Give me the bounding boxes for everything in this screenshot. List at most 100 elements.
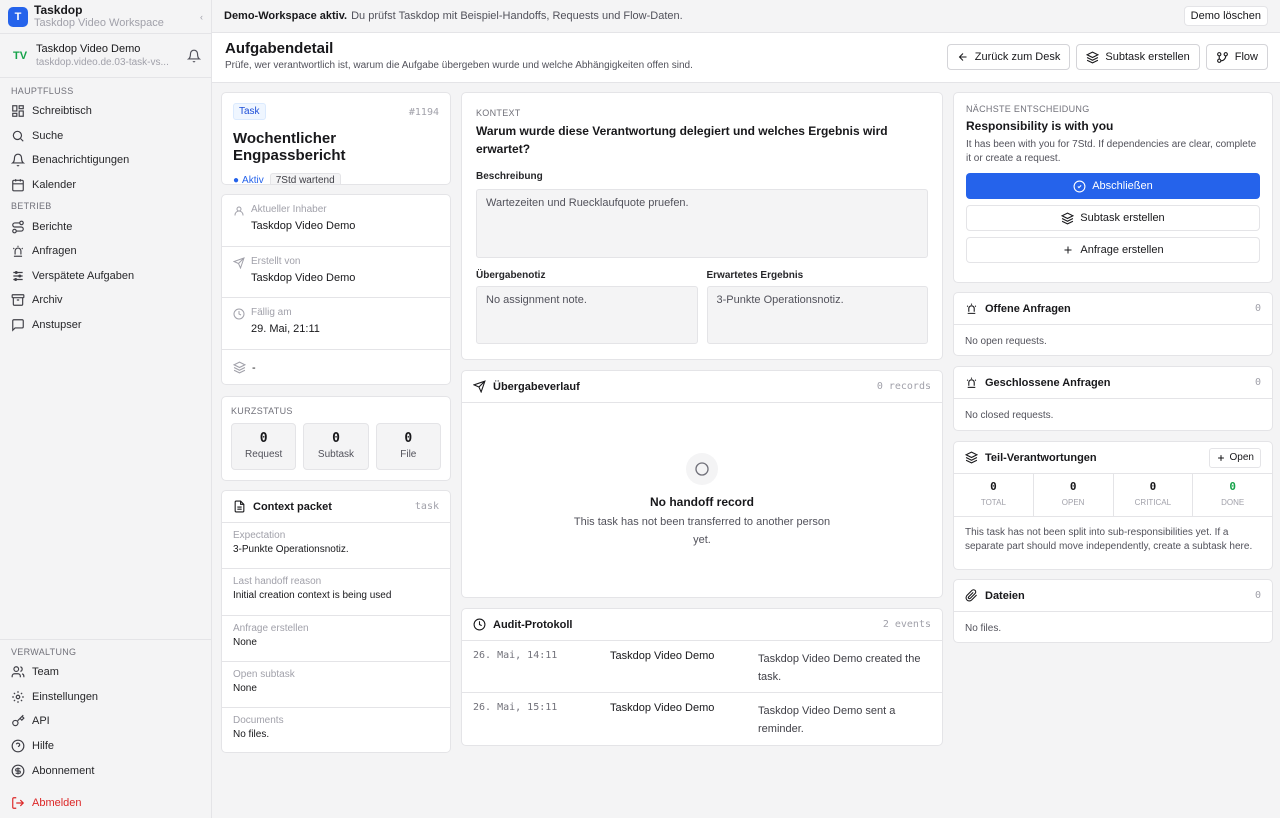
audit-actor: Taskdop Video Demo — [610, 650, 715, 662]
sidebar-item-label: Berichte — [32, 220, 73, 233]
stat-label: CRITICAL — [1134, 498, 1172, 507]
context-packet-tag: task — [414, 501, 439, 512]
audit-text: Taskdop Video Demo created the task. — [758, 653, 921, 683]
sidebar-item-kalender[interactable]: Kalender — [0, 173, 212, 198]
context-card: KONTEXT Warum wurde diese Verantwortung … — [461, 92, 943, 360]
sidebar-item-label: Kalender — [32, 179, 77, 192]
stat-value: 0 — [1069, 480, 1077, 493]
delete-demo-button[interactable]: Demo löschen — [1183, 6, 1268, 26]
sidebar-item-team[interactable]: Team — [0, 660, 212, 685]
sidebar-item-archiv[interactable]: Archiv — [0, 288, 212, 313]
flow-button[interactable]: Flow — [1205, 44, 1268, 70]
cp-value: None — [233, 636, 257, 648]
chevron-left-icon[interactable]: ‹ — [200, 12, 203, 22]
siren-icon — [12, 246, 24, 258]
bell-icon[interactable] — [187, 49, 201, 63]
stat-request[interactable]: 0 Request — [231, 423, 297, 470]
logout-label: Abmelden — [32, 797, 82, 810]
route-icon — [12, 220, 24, 234]
sidebar-item-einstellungen[interactable]: Einstellungen — [0, 685, 212, 710]
empty-text: This task has not been transferred to an… — [573, 516, 831, 546]
owner-label: Aktueller Inhaber — [251, 204, 327, 215]
handoff-note-field[interactable]: No assignment note. — [476, 286, 698, 344]
quick-status-label: KURZSTATUS — [231, 406, 293, 416]
cp-label: Expectation — [233, 530, 286, 541]
audit-text: Taskdop Video Demo sent a reminder. — [758, 705, 896, 735]
clock-icon — [473, 618, 486, 631]
section-label: HAUPTFLUSS — [11, 86, 74, 96]
sidebar-item-anfragen[interactable]: Anfragen — [0, 239, 212, 264]
workspace-switcher[interactable]: T Taskdop Taskdop Video Workspace ‹ — [0, 0, 211, 34]
user-profile[interactable]: TV Taskdop Video Demo taskdop.video.de.0… — [0, 34, 211, 78]
sidebar-item-schreibtisch[interactable]: Schreibtisch — [0, 99, 212, 124]
sidebar: T Taskdop Taskdop Video Workspace ‹ TV T… — [0, 0, 212, 818]
context-packet-card: Context packet task Expectation 3-Punkte… — [221, 490, 451, 753]
layers-icon — [1086, 50, 1100, 64]
sidebar-item-anstupser[interactable]: Anstupser — [0, 313, 212, 338]
archive-icon — [11, 294, 25, 307]
sidebar-item-verspaetete-aufgaben[interactable]: Verspätete Aufgaben — [0, 264, 212, 289]
sidebar-item-hilfe[interactable]: Hilfe — [0, 734, 212, 759]
send-icon — [473, 380, 486, 393]
create-request-button[interactable]: Anfrage erstellen — [966, 237, 1260, 263]
stat-value: 0 — [1149, 480, 1157, 493]
stat-value: 0 — [259, 431, 268, 446]
context-question: Warum wurde diese Verantwortung delegier… — [476, 124, 888, 156]
logout-button[interactable]: Abmelden — [0, 791, 212, 816]
quick-status-card: KURZSTATUS 0 Request 0 Subtask 0 File — [221, 396, 451, 481]
expected-result-label: Erwartetes Ergebnis — [706, 270, 804, 281]
expected-result-field[interactable]: 3-Punkte Operationsnotiz. — [706, 286, 928, 344]
open-subtasks-button[interactable]: Open — [1208, 447, 1261, 468]
back-label: Zurück zum Desk — [974, 51, 1061, 63]
description-field[interactable]: Wartezeiten und Ruecklaufquote pruefen. — [476, 189, 928, 258]
files-count: 0 — [1254, 590, 1261, 601]
create-subtask-button[interactable]: Subtask erstellen — [1076, 44, 1200, 70]
creator-value: Taskdop Video Demo — [251, 271, 356, 284]
files-card: Dateien 0 No files. — [953, 579, 1273, 643]
handoff-count: 0 records — [876, 381, 931, 392]
subtask-label: Subtask erstellen — [1105, 51, 1190, 63]
back-to-desk-button[interactable]: Zurück zum Desk — [946, 44, 1071, 70]
complete-button[interactable]: Abschließen — [966, 173, 1260, 199]
sidebar-item-berichte[interactable]: Berichte — [0, 214, 212, 239]
sidebar-item-abonnement[interactable]: Abonnement — [0, 758, 212, 783]
stat-value: 0 — [332, 431, 340, 446]
closed-requests-text: No closed requests. — [965, 410, 1054, 421]
sidebar-item-label: Archiv — [32, 294, 63, 307]
stat-subtask[interactable]: 0 Subtask — [303, 423, 369, 470]
description-label: Beschreibung — [476, 171, 543, 182]
sidebar-item-label: Abonnement — [32, 764, 95, 777]
stat-label: Subtask — [317, 449, 355, 460]
siren-icon — [966, 303, 977, 314]
help-icon — [11, 739, 25, 753]
audit-time: 26. Mai, 14:11 — [473, 650, 558, 661]
decision-subtask-button[interactable]: Subtask erstellen — [966, 205, 1260, 231]
sub-stat-total: 0 TOTAL — [954, 474, 1034, 516]
sidebar-item-label: Schreibtisch — [32, 105, 92, 118]
sidebar-item-suche[interactable]: Suche — [0, 124, 212, 149]
sidebar-item-api[interactable]: API — [0, 709, 212, 734]
search-icon — [12, 130, 24, 142]
cp-value: Initial creation context is being used — [233, 590, 392, 602]
banner-text: Du prüfst Taskdop mit Beispiel-Handoffs,… — [351, 10, 683, 22]
page-header: Aufgabendetail Prüfe, wer verantwortlich… — [212, 33, 1280, 83]
cp-label: Open subtask — [233, 668, 295, 680]
layers-icon — [1061, 211, 1075, 225]
creator-label: Erstellt von — [251, 255, 301, 267]
sub-responsibilities-title: Teil-Verantwortungen — [985, 451, 1097, 464]
decision-text: It has been with you for 7Std. If depend… — [966, 139, 1257, 164]
stat-label: DONE — [1221, 498, 1245, 507]
sidebar-item-label: Team — [32, 666, 59, 679]
sidebar-item-label: API — [32, 715, 50, 728]
arrow-left-icon — [958, 53, 967, 61]
sub-stat-open: 0 OPEN — [1034, 474, 1114, 516]
dollar-icon — [11, 764, 25, 778]
due-label: Fällig am — [251, 307, 292, 318]
sidebar-item-label: Benachrichtigungen — [32, 154, 130, 167]
sidebar-item-benachrichtigungen[interactable]: Benachrichtigungen — [0, 148, 212, 173]
stat-file[interactable]: 0 File — [375, 423, 441, 470]
layers-icon — [965, 451, 978, 464]
audit-time: 26. Mai, 15:11 — [473, 702, 558, 713]
task-meta-card: Aktueller Inhaber Taskdop Video Demo Ers… — [221, 194, 451, 385]
open-requests-card: Offene Anfragen 0 No open requests. — [953, 292, 1273, 356]
